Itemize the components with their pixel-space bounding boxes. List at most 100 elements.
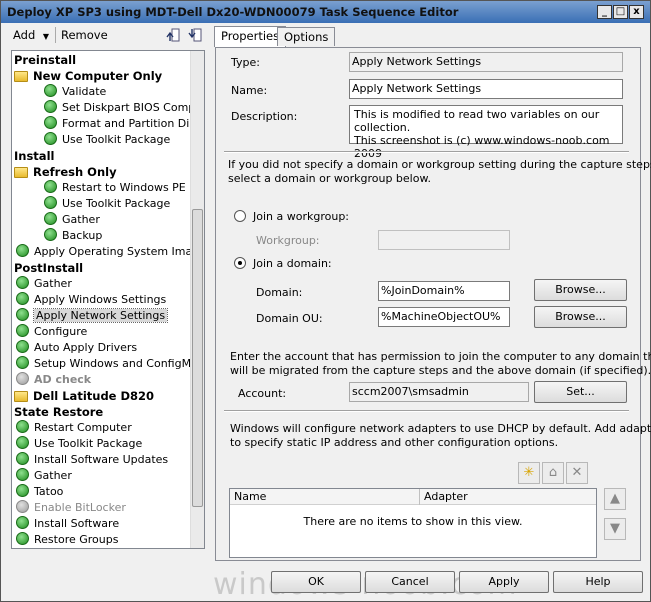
type-field: Apply Network Settings: [349, 52, 623, 72]
join-workgroup-radio[interactable]: [234, 210, 246, 222]
join-domain-label[interactable]: Join a domain:: [253, 257, 332, 270]
tree-step[interactable]: Use Toolkit Package: [44, 132, 170, 148]
check-icon: [44, 180, 57, 193]
check-icon: [44, 228, 57, 241]
tree-group[interactable]: Install: [14, 148, 54, 164]
description-line-2: This screenshot is (c) www.windows-noob.…: [354, 134, 610, 160]
move-up-icon[interactable]: [165, 27, 181, 46]
check-icon: [44, 196, 57, 209]
title-bar[interactable]: Deploy XP SP3 using MDT-Dell Dx20-WDN000…: [1, 1, 650, 23]
task-sequence-tree[interactable]: Preinstall New Computer Only Validate Set D…: [11, 50, 205, 549]
tree-step[interactable]: Backup: [44, 228, 102, 244]
tab-options[interactable]: Options: [277, 27, 336, 46]
set-account-button[interactable]: Set...: [534, 381, 627, 403]
description-textarea[interactable]: This is modified to read two variables o…: [349, 105, 623, 160]
tree-item-label: Apply Network Settings: [32, 308, 169, 323]
tree-step[interactable]: Restart Computer: [16, 420, 132, 436]
tree-step[interactable]: Auto Apply Drivers: [16, 340, 137, 356]
tree-group[interactable]: State Restore: [14, 404, 103, 420]
tree-item-label: Restore Groups: [34, 533, 119, 546]
tree-folder[interactable]: Dell Latitude D820: [14, 388, 154, 404]
folder-icon: [14, 167, 28, 178]
move-down-icon[interactable]: [187, 27, 203, 46]
tree-step[interactable]: Restore Groups: [16, 532, 118, 548]
tree-step[interactable]: AD check: [16, 372, 91, 388]
join-domain-radio[interactable]: [234, 257, 246, 269]
delete-adapter-icon[interactable]: ✕: [566, 462, 588, 484]
tab-properties[interactable]: Properties: [214, 26, 287, 47]
apply-button[interactable]: Apply: [459, 571, 549, 593]
adapter-properties-icon[interactable]: ⌂: [542, 462, 564, 484]
tree-folder[interactable]: Refresh Only: [14, 164, 117, 180]
domain-ou-input[interactable]: %MachineObjectOU%: [378, 307, 510, 327]
ok-button[interactable]: OK: [271, 571, 361, 593]
tree-step[interactable]: Use Toolkit Package: [44, 196, 170, 212]
maximize-button[interactable]: □: [613, 5, 628, 19]
folder-icon: [14, 391, 28, 402]
tree-group[interactable]: PostInstall: [14, 260, 83, 276]
tree-step[interactable]: Tatoo: [16, 484, 63, 500]
cancel-button[interactable]: Cancel: [365, 571, 455, 593]
check-icon: [16, 324, 29, 337]
domain-ou-browse-button[interactable]: Browse...: [534, 306, 627, 328]
check-icon: [16, 244, 29, 257]
tree-step[interactable]: Apply Windows Settings: [16, 292, 166, 308]
adapters-list[interactable]: Name Adapter There are no items to show …: [229, 488, 597, 558]
domain-hint-line-2: select a domain or workgroup below.: [228, 172, 431, 185]
tree-scrollbar[interactable]: [190, 51, 204, 548]
tree-step[interactable]: Format and Partition Disk: [44, 116, 201, 132]
tree-item-label: Apply Windows Settings: [34, 293, 167, 306]
tree-item-label: Use Toolkit Package: [34, 437, 143, 450]
name-label: Name:: [231, 84, 268, 97]
tree-step[interactable]: Setup Windows and ConfigMgr: [16, 356, 203, 372]
close-button[interactable]: x: [629, 5, 644, 19]
account-field: sccm2007\smsadmin: [349, 382, 529, 402]
tree-step[interactable]: Gather: [16, 276, 72, 292]
tree-step[interactable]: Restart to Windows PE: [44, 180, 186, 196]
tree-folder[interactable]: New Computer Only: [14, 68, 162, 84]
tree-step[interactable]: Apply Operating System Image: [16, 244, 205, 260]
tree-item-label: AD check: [34, 373, 92, 386]
column-header-name[interactable]: Name: [230, 489, 420, 505]
domain-ou-label: Domain OU:: [256, 312, 323, 325]
tree-step[interactable]: Gather: [44, 212, 100, 228]
move-adapter-down-icon[interactable]: ▼: [604, 518, 626, 540]
tree-step[interactable]: Configure: [16, 324, 87, 340]
tree-step[interactable]: Set Diskpart BIOS Compatibi: [44, 100, 204, 116]
domain-input[interactable]: %JoinDomain%: [378, 281, 510, 301]
tree-step[interactable]: Validate: [44, 84, 106, 100]
column-header-adapter[interactable]: Adapter: [420, 489, 596, 505]
check-icon: [16, 420, 29, 433]
adapters-hint-line-1: Windows will configure network adapters …: [230, 422, 651, 435]
remove-button[interactable]: Remove: [61, 28, 108, 42]
check-icon: [44, 100, 57, 113]
folder-icon: [14, 71, 28, 82]
minimize-button[interactable]: _: [597, 5, 612, 19]
check-icon: [44, 84, 57, 97]
name-input[interactable]: Apply Network Settings: [349, 79, 623, 99]
tree-group[interactable]: Preinstall: [14, 52, 76, 68]
tree-step[interactable]: Use Toolkit Package: [16, 436, 142, 452]
check-icon: [44, 132, 57, 145]
add-menu-button[interactable]: Add ▼: [13, 28, 49, 42]
tree-step[interactable]: Install Software: [16, 516, 119, 532]
check-icon: [16, 484, 29, 497]
domain-browse-button[interactable]: Browse...: [534, 279, 627, 301]
move-adapter-up-icon[interactable]: ▲: [604, 488, 626, 510]
domain-hint-line-1: If you did not specify a domain or workg…: [228, 158, 651, 171]
tree-step[interactable]: Gather: [16, 468, 72, 484]
window-title: Deploy XP SP3 using MDT-Dell Dx20-WDN000…: [7, 5, 459, 19]
properties-panel: Type: Apply Network Settings Name: Apply…: [215, 47, 651, 561]
account-hint-line-2: will be migrated from the capture steps …: [230, 364, 651, 377]
section-divider: [224, 410, 629, 412]
tree-step[interactable]: Apply Network Settings: [16, 308, 169, 324]
scrollbar-thumb[interactable]: [192, 209, 203, 507]
new-adapter-icon[interactable]: ✳: [518, 462, 540, 484]
tree-step[interactable]: Enable BitLocker: [16, 500, 126, 516]
tree-item-label: New Computer Only: [33, 69, 163, 83]
tree-item-label: Apply Operating System Image: [34, 245, 205, 258]
join-workgroup-label[interactable]: Join a workgroup:: [253, 210, 349, 223]
tree-step[interactable]: Install Software Updates: [16, 452, 168, 468]
help-button[interactable]: Help: [553, 571, 643, 593]
check-icon: [16, 356, 29, 369]
